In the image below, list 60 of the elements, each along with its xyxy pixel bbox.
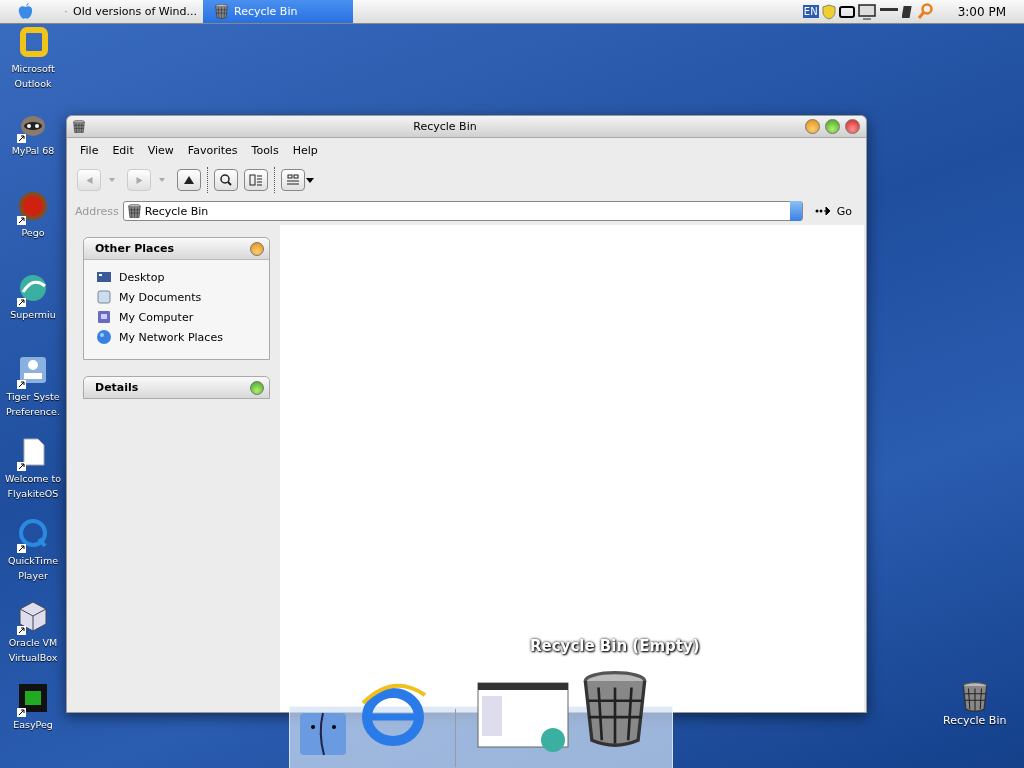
desktop-icon-label[interactable]: Oracle VM VirtualBox [1,635,65,665]
trash-icon [73,119,85,134]
desktop-icon-label[interactable]: Recycle Bin [943,713,1007,727]
menu-item[interactable]: Edit [105,142,141,159]
address-field[interactable]: Recycle Bin [122,201,803,221]
collapse-toggle-icon[interactable] [250,380,264,395]
views-button[interactable] [281,169,305,191]
place-link[interactable]: My Network Places [96,329,257,345]
window-thumbnail-icon[interactable] [477,682,569,754]
place-link[interactable]: Desktop [96,269,257,285]
desktop-icon-label[interactable]: Microsoft Outlook [1,61,65,91]
menu-item[interactable]: Favorites [180,142,245,159]
menu-item[interactable]: Help [285,142,325,159]
menu-item[interactable]: View [140,142,181,159]
window-title: Recycle Bin [412,120,478,133]
display-icon[interactable] [838,4,855,19]
dropdown-icon[interactable] [306,177,314,183]
maximize-button[interactable] [825,119,840,134]
place-link[interactable]: My Documents [96,289,257,305]
clock: 3:00 PM [957,4,1006,19]
monitor-icon[interactable] [857,3,876,20]
minimize-button[interactable] [805,119,820,134]
close-button[interactable] [845,119,860,134]
panel-header[interactable]: Details [84,377,269,398]
back-icon [84,175,94,185]
desktop-icon-label[interactable]: MyPal 68 [11,143,55,158]
cube-icon[interactable] [17,600,49,632]
desktop-icon-label[interactable]: Welcome to FlyakiteOS [1,471,65,501]
forward-icon [134,175,144,185]
search-button[interactable] [214,169,238,191]
menu-item[interactable]: File [73,142,106,159]
go-button[interactable]: Go [806,204,858,218]
desktop-icon [96,269,112,285]
desktop-icon-label[interactable]: Supermiu [10,307,56,322]
network-icon [96,329,112,345]
desktop-icon-label[interactable]: Pego [21,225,45,240]
folders-button[interactable] [244,169,268,191]
taskbar-button[interactable]: Old versions of Wind... [53,0,203,23]
computer-icon [96,309,112,325]
redball-icon[interactable] [17,190,49,222]
trash-icon [127,203,141,219]
collapse-toggle-icon[interactable] [250,241,264,256]
apple-icon[interactable] [18,3,33,20]
panel-header[interactable]: Other Places [84,238,269,259]
go-arrow-icon [814,207,831,215]
trash-can-icon [582,671,648,747]
folders-icon [247,171,265,189]
menu-item[interactable]: Tools [244,142,286,159]
taskbar-button[interactable]: Recycle Bin [203,0,353,23]
place-link[interactable]: My Computer [96,309,257,325]
dock-item-title: Recycle Bin (Empty) [530,637,700,655]
documents-icon [96,289,112,305]
desktop-icon-label[interactable]: EasyPeg [13,717,53,732]
desktop-icon-label[interactable]: QuickTime Player [1,553,65,583]
up-button[interactable] [177,169,201,191]
language-indicator[interactable]: EN [802,5,819,18]
recycle-bin-icon [961,682,988,712]
trash-icon [215,4,228,19]
desktop-icon-label[interactable]: Tiger Syste Preference. [1,389,65,419]
address-label: Address [75,204,119,218]
